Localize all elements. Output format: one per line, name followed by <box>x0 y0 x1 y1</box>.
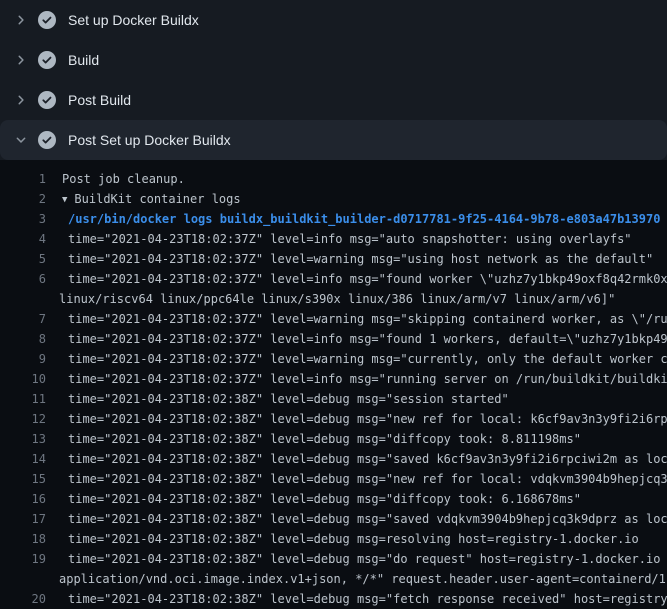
step-row[interactable]: Post Build <box>0 80 667 120</box>
log-line: 11 time="2021-04-23T18:02:38Z" level=deb… <box>0 389 667 409</box>
log-line: 4 time="2021-04-23T18:02:37Z" level=info… <box>0 229 667 249</box>
log-line-number[interactable]: 19 <box>0 549 46 569</box>
log-line-text: time="2021-04-23T18:02:38Z" level=debug … <box>46 529 639 549</box>
chevron-right-icon <box>13 52 29 68</box>
log-line-number[interactable]: 18 <box>0 529 46 549</box>
log-line: 13 time="2021-04-23T18:02:38Z" level=deb… <box>0 429 667 449</box>
chevron-right-icon <box>13 92 29 108</box>
log-line-text: application/vnd.oci.image.index.v1+json,… <box>46 569 667 589</box>
log-line: 10 time="2021-04-23T18:02:37Z" level=inf… <box>0 369 667 389</box>
log-line: 18 time="2021-04-23T18:02:38Z" level=deb… <box>0 529 667 549</box>
log-line-number[interactable]: 1 <box>0 169 46 189</box>
log-line: 9 time="2021-04-23T18:02:37Z" level=warn… <box>0 349 667 369</box>
log-line: 20 time="2021-04-23T18:02:38Z" level=deb… <box>0 589 667 609</box>
log-line-number[interactable]: 7 <box>0 309 46 329</box>
log-line-text: time="2021-04-23T18:02:38Z" level=debug … <box>46 409 667 429</box>
log-line-text: time="2021-04-23T18:02:37Z" level=info m… <box>46 269 667 289</box>
log-line-number[interactable]: 14 <box>0 449 46 469</box>
log-line: application/vnd.oci.image.index.v1+json,… <box>0 569 667 589</box>
log-line-text: time="2021-04-23T18:02:38Z" level=debug … <box>46 449 667 469</box>
log-line: 8 time="2021-04-23T18:02:37Z" level=info… <box>0 329 667 349</box>
log-line-number[interactable]: 17 <box>0 509 46 529</box>
log-line-number[interactable]: 12 <box>0 409 46 429</box>
check-circle-icon <box>38 91 56 109</box>
log-line-number[interactable]: 16 <box>0 489 46 509</box>
log-line-text: time="2021-04-23T18:02:38Z" level=debug … <box>46 589 667 609</box>
log-line: 1 Post job cleanup. <box>0 169 667 189</box>
log-line-text: time="2021-04-23T18:02:37Z" level=info m… <box>46 329 667 349</box>
log-viewer: 1 Post job cleanup. 2 ▼BuildKit containe… <box>0 160 667 609</box>
log-line: 14 time="2021-04-23T18:02:38Z" level=deb… <box>0 449 667 469</box>
log-line-number[interactable]: 11 <box>0 389 46 409</box>
log-line-text: time="2021-04-23T18:02:38Z" level=debug … <box>46 489 581 509</box>
log-line-number[interactable]: 13 <box>0 429 46 449</box>
log-line: linux/riscv64 linux/ppc64le linux/s390x … <box>0 289 667 309</box>
step-title: Build <box>68 52 99 68</box>
log-line-number <box>0 289 46 309</box>
log-line-text: time="2021-04-23T18:02:37Z" level=info m… <box>46 369 667 389</box>
log-line-text: time="2021-04-23T18:02:38Z" level=debug … <box>46 429 581 449</box>
log-line: 6 time="2021-04-23T18:02:37Z" level=info… <box>0 269 667 289</box>
check-circle-icon <box>38 11 56 29</box>
log-line-text: time="2021-04-23T18:02:38Z" level=debug … <box>46 469 667 489</box>
log-line: 15 time="2021-04-23T18:02:38Z" level=deb… <box>0 469 667 489</box>
log-line-number[interactable]: 3 <box>0 209 46 229</box>
log-line-text: /usr/bin/docker logs buildx_buildkit_bui… <box>46 209 660 229</box>
log-line-text: Post job cleanup. <box>46 169 185 189</box>
chevron-right-icon <box>13 12 29 28</box>
log-line: 5 time="2021-04-23T18:02:37Z" level=warn… <box>0 249 667 269</box>
log-line-text: time="2021-04-23T18:02:38Z" level=debug … <box>46 509 667 529</box>
step-row[interactable]: Post Set up Docker Buildx <box>0 120 667 160</box>
check-circle-icon <box>38 51 56 69</box>
check-circle-icon <box>38 131 56 149</box>
log-line: 16 time="2021-04-23T18:02:38Z" level=deb… <box>0 489 667 509</box>
log-line-number[interactable]: 8 <box>0 329 46 349</box>
log-line-number[interactable]: 2 <box>0 189 46 209</box>
log-line-number[interactable]: 9 <box>0 349 46 369</box>
log-line-text: time="2021-04-23T18:02:37Z" level=info m… <box>46 229 632 249</box>
log-line: 19 time="2021-04-23T18:02:38Z" level=deb… <box>0 549 667 569</box>
log-line-text: linux/riscv64 linux/ppc64le linux/s390x … <box>46 289 615 309</box>
log-line: 12 time="2021-04-23T18:02:38Z" level=deb… <box>0 409 667 429</box>
log-line-text: time="2021-04-23T18:02:38Z" level=debug … <box>46 389 509 409</box>
chevron-down-icon <box>13 132 29 148</box>
log-line-number[interactable]: 15 <box>0 469 46 489</box>
log-line-number[interactable]: 6 <box>0 269 46 289</box>
step-row[interactable]: Set up Docker Buildx <box>0 0 667 40</box>
log-line: 17 time="2021-04-23T18:02:38Z" level=deb… <box>0 509 667 529</box>
log-line-number <box>0 569 46 589</box>
log-line-text: time="2021-04-23T18:02:38Z" level=debug … <box>46 549 667 569</box>
log-line-text: time="2021-04-23T18:02:37Z" level=warnin… <box>46 349 667 369</box>
step-title: Post Build <box>68 92 131 108</box>
log-line: 2 ▼BuildKit container logs <box>0 189 667 209</box>
log-line: 7 time="2021-04-23T18:02:37Z" level=warn… <box>0 309 667 329</box>
step-row[interactable]: Build <box>0 40 667 80</box>
log-group-toggle[interactable]: ▼BuildKit container logs <box>46 189 241 209</box>
step-list: Set up Docker Buildx Build Post Build <box>0 0 667 160</box>
log-line-text: time="2021-04-23T18:02:37Z" level=warnin… <box>46 249 653 269</box>
log-line-number[interactable]: 4 <box>0 229 46 249</box>
log-line-number[interactable]: 5 <box>0 249 46 269</box>
step-title: Post Set up Docker Buildx <box>68 132 231 148</box>
log-line-number[interactable]: 20 <box>0 589 46 609</box>
log-line: 3 /usr/bin/docker logs buildx_buildkit_b… <box>0 209 667 229</box>
log-line-number[interactable]: 10 <box>0 369 46 389</box>
step-title: Set up Docker Buildx <box>68 12 199 28</box>
log-line-text: time="2021-04-23T18:02:37Z" level=warnin… <box>46 309 667 329</box>
triangle-down-icon: ▼ <box>62 190 67 210</box>
